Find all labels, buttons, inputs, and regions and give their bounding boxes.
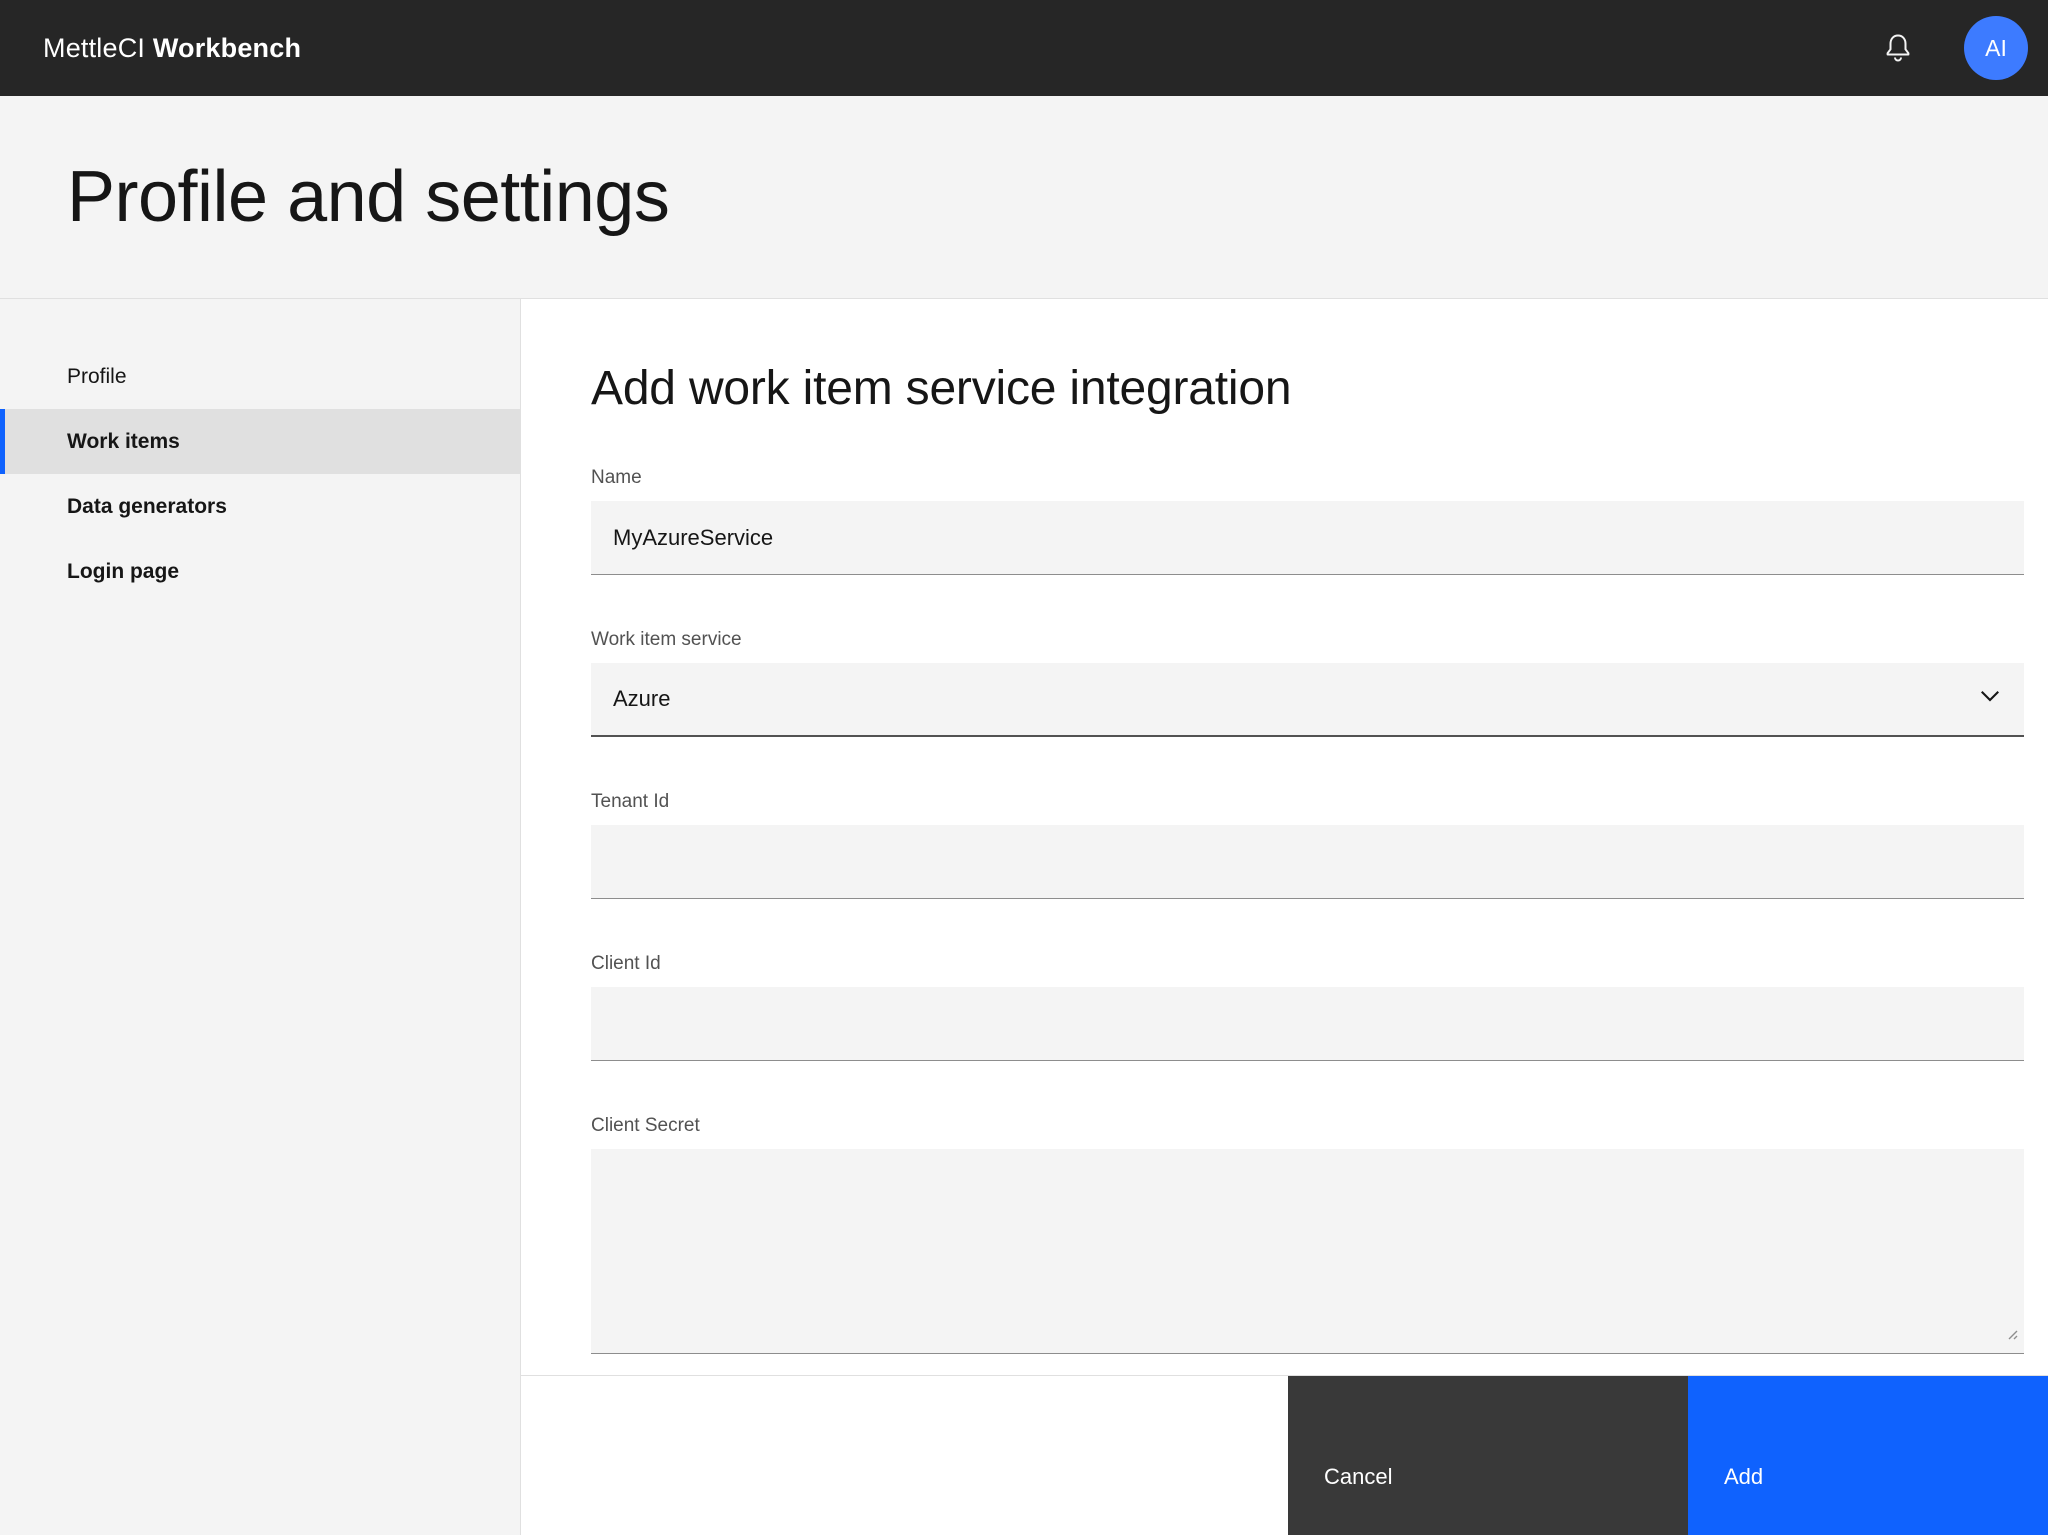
tenant-id-label: Tenant Id	[591, 791, 670, 812]
cancel-button[interactable]: Cancel	[1288, 1376, 1688, 1535]
name-label: Name	[591, 467, 642, 488]
sidebar-item-profile[interactable]: Profile	[0, 344, 520, 409]
main-panel: Add work item service integration Name W…	[521, 299, 2048, 1535]
client-id-input[interactable]	[591, 987, 2024, 1061]
sidebar-item-label: Profile	[67, 364, 127, 388]
chevron-down-icon	[1978, 684, 2002, 714]
sidebar-item-label: Data generators	[67, 494, 227, 518]
footer-action-bar: Cancel Add	[521, 1375, 2048, 1535]
sidebar-item-login-page[interactable]: Login page	[0, 539, 520, 604]
work-item-service-value: Azure	[613, 686, 671, 711]
sidebar-item-label: Work items	[67, 429, 180, 453]
avatar[interactable]: AI	[1964, 16, 2028, 80]
tenant-id-input[interactable]	[591, 825, 2024, 899]
notifications-button[interactable]	[1878, 28, 1918, 68]
avatar-initials: AI	[1985, 34, 2007, 61]
name-field-group: Name	[591, 466, 2024, 575]
panel-heading: Add work item service integration	[591, 362, 1292, 415]
add-button[interactable]: Add	[1688, 1376, 2048, 1535]
brand-name: Workbench	[152, 32, 302, 63]
bell-icon	[1882, 31, 1914, 66]
header-actions: AI	[1878, 16, 2028, 80]
app-header: MettleCI Workbench AI	[0, 0, 2048, 96]
sidebar-item-work-items[interactable]: Work items	[0, 409, 520, 474]
brand-prefix: MettleCI	[43, 32, 153, 63]
app-brand: MettleCI Workbench	[43, 33, 301, 64]
tenant-id-field-group: Tenant Id	[591, 790, 2024, 899]
name-input[interactable]	[591, 501, 2024, 575]
client-secret-textarea-wrap	[591, 1149, 2024, 1354]
client-secret-field-group: Client Secret	[591, 1114, 2024, 1354]
work-item-service-select[interactable]: Azure	[591, 663, 2024, 737]
page-title: Profile and settings	[67, 157, 670, 237]
page-title-band: Profile and settings	[0, 96, 2048, 299]
service-field-group: Work item service Azure	[591, 628, 2024, 737]
work-item-service-label: Work item service	[591, 629, 742, 650]
settings-sidebar: Profile Work items Data generators Login…	[0, 299, 521, 1535]
client-id-field-group: Client Id	[591, 952, 2024, 1061]
client-secret-label: Client Secret	[591, 1115, 700, 1136]
content-row: Profile Work items Data generators Login…	[0, 299, 2048, 1535]
sidebar-item-label: Login page	[67, 559, 179, 583]
client-secret-textarea[interactable]	[591, 1149, 2024, 1354]
client-id-label: Client Id	[591, 953, 661, 974]
sidebar-item-data-generators[interactable]: Data generators	[0, 474, 520, 539]
